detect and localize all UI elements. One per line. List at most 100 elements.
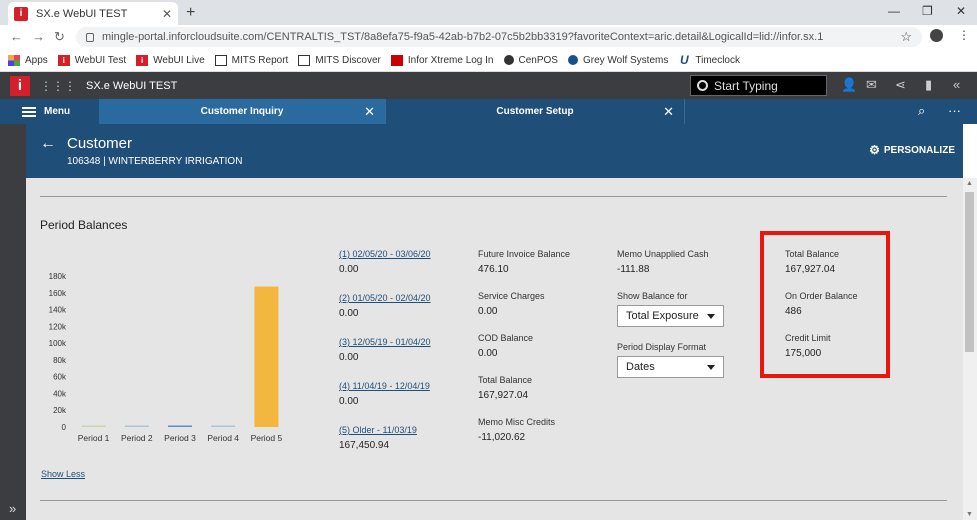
bookmark-label: Apps: [25, 54, 48, 66]
search-input[interactable]: Start Typing: [690, 75, 827, 96]
y-tick-label: 100k: [49, 339, 67, 348]
infor-i-icon: i: [57, 54, 70, 66]
balance-field: Future Invoice Balance 476.10: [478, 249, 570, 291]
restore-icon[interactable]: ❐: [922, 4, 933, 18]
url-text: mingle-portal.inforcloudsuite.com/CENTRA…: [102, 31, 824, 43]
search-placeholder: Start Typing: [714, 78, 778, 93]
search-icon: [697, 80, 708, 91]
infor-favicon-icon: i: [14, 6, 28, 21]
settings-column: Memo Unapplied Cash -111.88 Show Balance…: [617, 249, 724, 378]
mits-icon: [214, 54, 227, 66]
app-grid-icon[interactable]: ⋮⋮⋮: [40, 79, 76, 93]
infor-i-icon: i: [136, 54, 149, 66]
forward-arrow-icon[interactable]: →: [32, 29, 45, 44]
bar-period-2[interactable]: [124, 425, 149, 428]
bookmark-mits-report[interactable]: MITS Report: [214, 54, 288, 66]
profile-icon[interactable]: [930, 29, 943, 42]
bookmark-label: WebUI Live: [153, 54, 205, 66]
bookmark-cenpos[interactable]: CenPOS: [503, 55, 558, 66]
future-invoice-label: Future Invoice Balance: [478, 249, 571, 259]
scrollbar-thumb[interactable]: [965, 192, 974, 352]
period-format-select[interactable]: Dates: [617, 356, 724, 378]
close-tab-icon[interactable]: ✕: [364, 104, 375, 120]
tab-customer-inquiry[interactable]: Customer Inquiry ✕: [99, 99, 385, 124]
mail-icon[interactable]: ✉: [866, 77, 877, 93]
y-tick-label: 120k: [49, 322, 67, 331]
u-icon: U: [680, 53, 689, 67]
close-tab-icon[interactable]: ✕: [162, 7, 172, 21]
personalize-button[interactable]: ⚙ PERSONALIZE: [869, 143, 955, 157]
share-icon[interactable]: ⋖: [895, 77, 906, 93]
bookmark-webui-live[interactable]: i WebUI Live: [136, 54, 205, 66]
scrollbar[interactable]: ▲ ▼: [963, 178, 977, 520]
cod-balance-label: COD Balance: [478, 333, 534, 343]
period-field: (1) 02/05/20 - 03/06/20 0.00: [339, 249, 431, 291]
bookmark-timeclock[interactable]: U Timeclock: [678, 53, 740, 67]
period-5-link[interactable]: (5) Older - 11/03/19: [339, 425, 431, 435]
bookmark-icon[interactable]: ▮: [925, 77, 932, 93]
period-format-field: Period Display Format Dates: [617, 342, 724, 378]
menu-button[interactable]: Menu: [0, 99, 99, 124]
balance-field: COD Balance 0.00: [478, 333, 570, 375]
period-4-link[interactable]: (4) 11/04/19 - 12/04/19: [339, 381, 431, 391]
period-3-link[interactable]: (3) 12/05/19 - 01/04/20: [339, 337, 431, 347]
minimize-icon[interactable]: —: [888, 4, 900, 18]
show-balance-select[interactable]: Total Exposure: [617, 305, 724, 327]
bookmark-label: WebUI Test: [74, 54, 127, 66]
bar-period-1[interactable]: [81, 425, 106, 428]
highlight-box: [760, 231, 890, 378]
period-1-link[interactable]: (1) 02/05/20 - 03/06/20: [339, 249, 431, 259]
browser-tab[interactable]: i SX.e WebUI TEST ✕: [8, 2, 178, 25]
bar-period-3[interactable]: [168, 425, 192, 428]
y-tick-label: 60k: [53, 373, 67, 382]
browser-tab-strip: i SX.e WebUI TEST ✕ + — ❐ ✕: [0, 0, 977, 25]
search-icon[interactable]: ⌕: [918, 103, 925, 119]
section-title: Period Balances: [40, 218, 128, 232]
memo-unapplied-value: -111.88: [617, 264, 650, 275]
new-tab-icon[interactable]: +: [186, 4, 195, 22]
tab-customer-setup[interactable]: Customer Setup ✕: [385, 99, 685, 124]
apps-grid-icon: [8, 54, 20, 66]
dropdown-arrow-icon: [707, 364, 715, 370]
back-arrow-icon[interactable]: ←: [40, 135, 56, 153]
close-tab-icon[interactable]: ✕: [663, 104, 674, 120]
bar-period-5[interactable]: [254, 286, 279, 427]
memo-misc-credits-value: -11,020.62: [478, 432, 526, 443]
total-balance-value: 167,927.04: [478, 390, 529, 401]
x-tick-label: Period 3: [164, 433, 196, 443]
window-close-icon[interactable]: ✕: [956, 4, 966, 18]
period-2-link[interactable]: (2) 01/05/20 - 02/04/20: [339, 293, 431, 303]
infor-logo-icon[interactable]: i: [10, 75, 30, 96]
browser-tab-title: SX.e WebUI TEST: [36, 7, 128, 20]
period-2-value: 0.00: [339, 308, 359, 319]
bookmark-star-icon[interactable]: ☆: [900, 29, 912, 45]
bookmark-grey-wolf[interactable]: Grey Wolf Systems: [567, 55, 668, 66]
period-5-value: 167,450.94: [339, 440, 390, 451]
bookmark-webui-test[interactable]: i WebUI Test: [57, 54, 127, 66]
customer-subtitle: 106348 | WINTERBERRY IRRIGATION: [67, 156, 243, 167]
more-icon[interactable]: ···: [948, 103, 961, 118]
future-invoice-value: 476.10: [478, 264, 509, 275]
show-balance-field: Show Balance for Total Exposure: [617, 291, 724, 342]
bookmark-infor-xtreme[interactable]: Infor Xtreme Log In: [390, 54, 494, 66]
scroll-up-icon[interactable]: ▲: [966, 180, 973, 187]
address-bar[interactable]: mingle-portal.inforcloudsuite.com/CENTRA…: [76, 27, 922, 47]
y-tick-label: 40k: [53, 389, 67, 398]
reload-icon[interactable]: ↻: [54, 29, 65, 45]
back-arrow-icon[interactable]: ←: [10, 29, 23, 44]
expand-icon[interactable]: »: [9, 501, 16, 516]
y-tick-label: 0: [62, 423, 67, 432]
bookmark-mits-discover[interactable]: MITS Discover: [298, 54, 381, 66]
personalize-label: PERSONALIZE: [883, 144, 955, 156]
scroll-down-icon[interactable]: ▼: [966, 511, 973, 518]
browser-menu-icon[interactable]: ⋮: [958, 28, 970, 42]
bookmarks-bar: Apps i WebUI Test i WebUI Live MITS Report…: [0, 49, 977, 72]
bar-period-4[interactable]: [211, 425, 236, 428]
x-tick-label: Period 4: [207, 433, 239, 443]
bookmark-apps[interactable]: Apps: [8, 54, 48, 66]
show-less-link[interactable]: Show Less: [41, 469, 85, 479]
tab-label: Customer Inquiry: [200, 106, 284, 117]
collapse-icon[interactable]: «: [953, 77, 960, 92]
x-tick-label: Period 5: [251, 433, 283, 443]
user-icon[interactable]: 👤: [841, 77, 857, 93]
